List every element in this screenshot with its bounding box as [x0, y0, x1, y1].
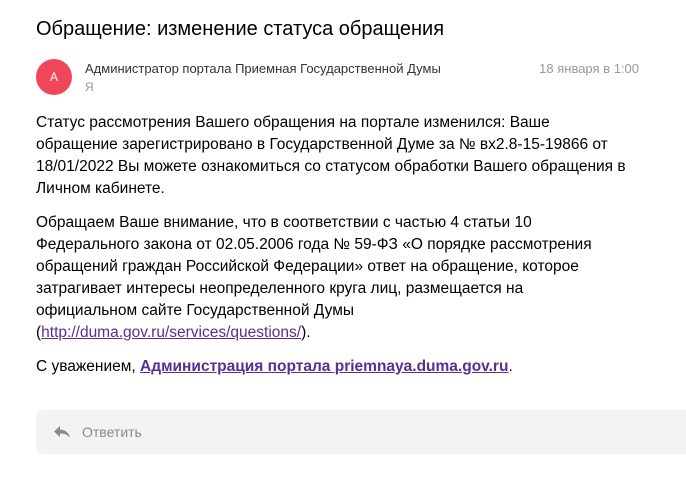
body-line: Статус рассмотрения Вашего обращения на … — [36, 114, 550, 131]
body-line: 18/01/2022 Вы можете ознакомиться со ста… — [36, 158, 626, 175]
email-view: Обращение: изменение статуса обращения А… — [0, 0, 686, 492]
body-signature: С уважением, Администрация портала priem… — [36, 356, 676, 378]
signature-link[interactable]: Администрация портала priemnaya.duma.gov… — [140, 358, 508, 375]
body-line: Обращаем Ваше внимание, что в соответств… — [36, 214, 532, 231]
reply-arrow-icon — [52, 424, 72, 440]
body-line: обращение зарегистрировано в Государстве… — [36, 136, 608, 153]
body-line: Федерального закона от 02.05.2006 года №… — [36, 236, 592, 253]
avatar-letter: А — [49, 70, 58, 84]
body-line: обращений граждан Российской Федерации» … — [36, 258, 579, 275]
body-line: официальном сайте Государственной Думы — [36, 302, 355, 319]
body-paragraph-notice: Обращаем Ваше внимание, что в соответств… — [36, 212, 676, 344]
sender-name[interactable]: Администратор портала Приемная Государст… — [85, 60, 441, 77]
email-date: 18 января в 1:00 — [539, 61, 639, 76]
reply-button[interactable]: Ответить — [36, 410, 686, 454]
signature-prefix: С уважением, — [36, 358, 141, 375]
questions-link[interactable]: http://duma.gov.ru/services/questions/ — [41, 324, 301, 341]
sender-avatar[interactable]: А — [36, 59, 72, 95]
body-paragraph-status: Статус рассмотрения Вашего обращения на … — [36, 112, 676, 200]
paren-close: ). — [301, 324, 311, 341]
body-line: затрагивает интересы неопределенного кру… — [36, 280, 524, 297]
body-line-link: (http://duma.gov.ru/services/questions/)… — [36, 322, 676, 344]
email-body: Статус рассмотрения Вашего обращения на … — [36, 112, 676, 390]
reply-label: Ответить — [82, 424, 142, 440]
body-line: Личном кабинете. — [36, 180, 165, 197]
signature-suffix: . — [508, 358, 513, 375]
recipient-name[interactable]: Я — [85, 80, 94, 95]
email-subject: Обращение: изменение статуса обращения — [36, 18, 445, 40]
